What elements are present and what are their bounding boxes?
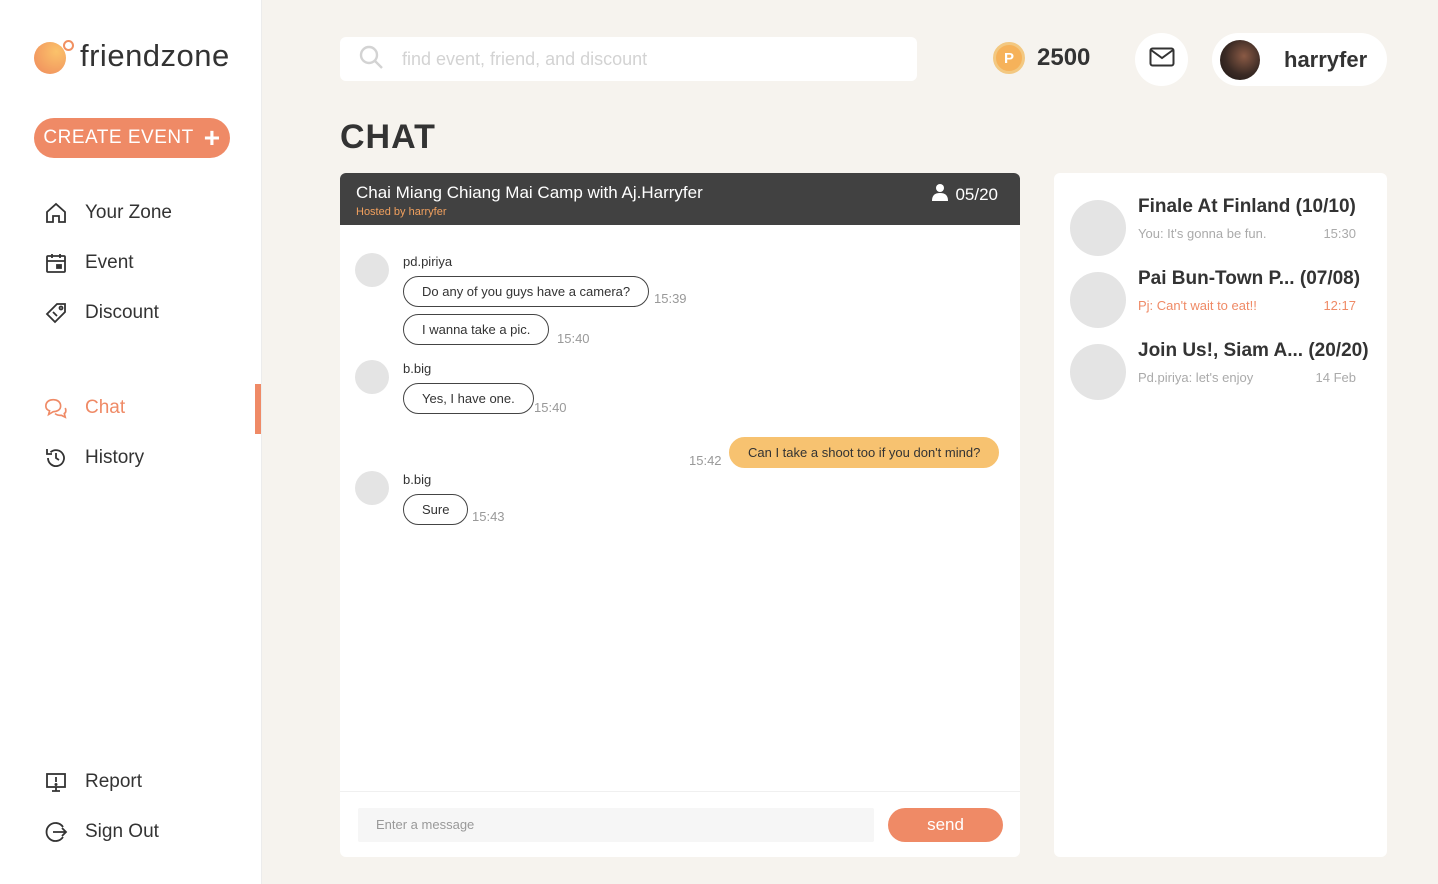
coin-icon: P [993,42,1025,74]
send-button[interactable]: send [888,807,1003,842]
avatar [355,360,389,394]
avatar [1070,200,1126,256]
conversation-time: 12:17 [1323,298,1356,313]
user-profile-button[interactable]: harryfer [1212,33,1387,86]
participant-count: 05/20 [931,183,998,206]
message-bubble: Sure [403,494,469,525]
avatar [1070,272,1126,328]
avatar [355,253,389,287]
participant-count-value: 05/20 [955,184,998,204]
sidebar-item-history[interactable]: History [44,446,144,470]
active-indicator [255,384,261,434]
logo-mark-icon [34,38,74,74]
conversation-preview: You: It's gonna be fun. [1138,226,1267,241]
conversation-time: 14 Feb [1315,370,1356,385]
conversation-title: Join Us!, Siam A... (20/20) [1138,340,1369,361]
person-icon [931,183,955,206]
message-time: 15:39 [654,291,687,306]
avatar [1220,39,1260,80]
chat-panel: Chai Miang Chiang Mai Camp with Aj.Harry… [340,173,1020,857]
chat-header: Chai Miang Chiang Mai Camp with Aj.Harry… [340,173,1020,225]
message-input[interactable] [358,807,874,842]
conversation-item[interactable]: Finale At Finland (10/10) You: It's gonn… [1070,196,1360,256]
points-display: P 2500 [993,42,1090,74]
conversation-list: Finale At Finland (10/10) You: It's gonn… [1054,173,1387,857]
sidebar-item-label: Chat [85,397,126,418]
sidebar-item-label: Report [85,771,143,792]
sidebar-item-chat[interactable]: Chat [44,396,125,420]
sidebar-item-discount[interactable]: Discount [44,301,159,325]
app-name: friendzone [80,38,230,73]
tag-icon [44,301,68,325]
sidebar-item-label: History [85,447,145,468]
messages-button[interactable] [1135,33,1188,86]
search-icon [358,44,384,75]
calendar-icon [44,251,68,275]
sidebar-item-label: Sign Out [85,821,159,842]
message-time: 15:40 [557,331,590,346]
message-username: b.big [403,361,432,376]
sidebar-item-label: Discount [85,302,159,323]
sidebar-item-event[interactable]: Event [44,251,134,275]
sidebar-item-label: Your Zone [85,202,172,223]
chat-bubbles-icon [44,396,68,420]
message-username: pd.piriya [403,254,453,269]
sidebar-item-your-zone[interactable]: Your Zone [44,201,172,225]
search-bar[interactable] [340,37,917,81]
avatar [355,471,389,505]
monitor-alert-icon [44,770,68,794]
plus-icon: + [203,122,221,153]
message-time: 15:42 [689,453,722,468]
envelope-icon [1149,47,1175,72]
conversation-preview: Pj: Can't wait to eat!! [1138,298,1257,313]
conversation-preview: Pd.piriya: let's enjoy [1138,370,1254,385]
message-time: 15:43 [472,509,505,524]
conversation-item[interactable]: Pai Bun-Town P... (07/08) Pj: Can't wait… [1070,268,1361,328]
avatar [1070,344,1126,400]
message-username: b.big [403,472,432,487]
sidebar-item-report[interactable]: Report [44,770,142,794]
message-time: 15:40 [534,400,567,415]
message-bubble: I wanna take a pic. [403,314,550,345]
conversation-title: Pai Bun-Town P... (07/08) [1138,268,1361,289]
message-bubble: Do any of you guys have a camera? [403,276,650,307]
create-event-button[interactable]: CREATE EVENT + [34,118,230,158]
history-icon [44,446,68,470]
points-value: 2500 [1037,44,1091,71]
sign-out-icon [44,820,68,844]
create-event-label: CREATE EVENT [43,127,194,148]
conversation-title: Finale At Finland (10/10) [1138,196,1356,217]
chat-composer: send [340,791,1020,857]
app-logo[interactable]: friendzone [34,38,230,74]
page-title: CHAT [340,118,436,156]
conversation-time: 15:30 [1323,226,1356,241]
message-bubble-own: Can I take a shoot too if you don't mind… [729,437,1000,468]
home-icon [44,201,68,225]
chat-title: Chai Miang Chiang Mai Camp with Aj.Harry… [356,183,703,202]
chat-host: Hosted by harryfer [356,206,447,218]
username: harryfer [1284,46,1368,72]
message-bubble: Yes, I have one. [403,383,534,414]
search-input[interactable] [402,48,882,70]
sidebar-item-label: Event [85,252,134,273]
sidebar: friendzone CREATE EVENT + Your Zone Even… [0,0,262,884]
sidebar-item-sign-out[interactable]: Sign Out [44,820,159,844]
conversation-item[interactable]: Join Us!, Siam A... (20/20) Pd.piriya: l… [1070,340,1369,400]
